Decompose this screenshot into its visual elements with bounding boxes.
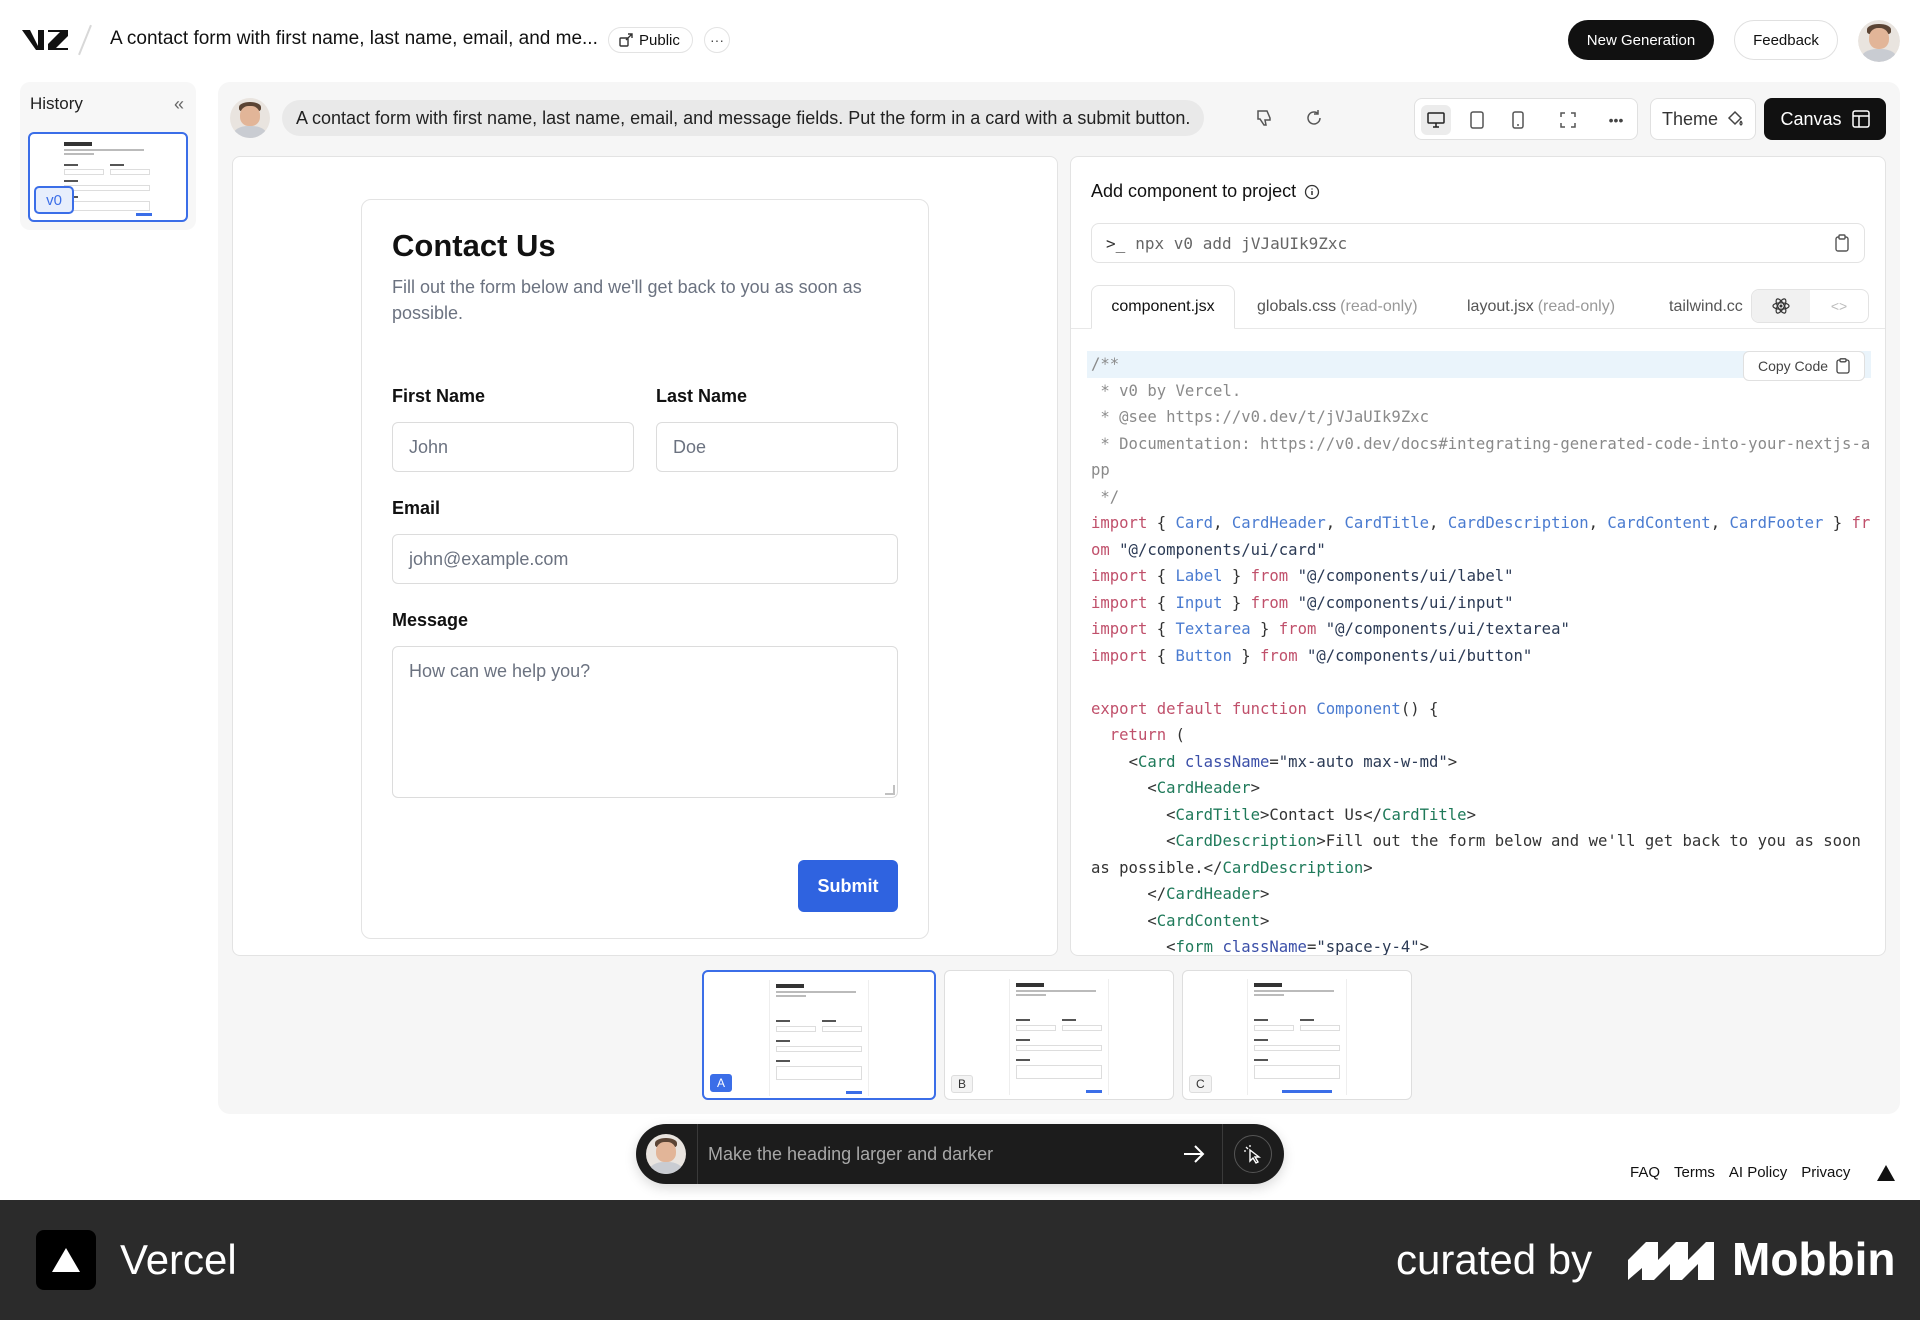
react-icon[interactable] <box>1752 290 1810 322</box>
breadcrumb-separator <box>78 24 92 56</box>
install-command-field[interactable]: >_ npx v0 add jVJaUIk9Zxc <box>1091 223 1865 263</box>
fullscreen-icon[interactable] <box>1553 105 1583 135</box>
clipboard-icon[interactable] <box>1834 234 1850 252</box>
v0-logo-icon[interactable] <box>20 26 72 54</box>
ellipsis-icon: ··· <box>710 32 724 48</box>
share-icon <box>619 33 633 47</box>
curator-name: Mobbin <box>1732 1233 1896 1285</box>
canvas-label: Canvas <box>1780 108 1842 129</box>
add-component-title: Add component to project <box>1091 181 1320 202</box>
variant-label: A <box>710 1074 733 1092</box>
tab-layout-jsx[interactable]: layout.jsx (read-only) <box>1467 285 1615 329</box>
variant-a-thumbnail[interactable]: A <box>702 970 936 1100</box>
contact-card: Contact Us Fill out the form below and w… <box>361 199 929 939</box>
card-title: Contact Us <box>392 228 556 263</box>
more-view-options-icon[interactable]: ••• <box>1601 105 1631 135</box>
footer-links: FAQ Terms AI Policy Privacy <box>1630 1164 1850 1181</box>
prompt-text: A contact form with first name, last nam… <box>282 100 1205 136</box>
tab-tailwind-config[interactable]: tailwind.cc <box>1669 285 1743 329</box>
history-title: History <box>30 94 83 113</box>
clipboard-icon <box>1836 358 1850 374</box>
top-bar: A contact form with first name, last nam… <box>0 0 1920 80</box>
vercel-triangle-icon[interactable] <box>1876 1164 1896 1182</box>
submit-button[interactable]: Submit <box>798 860 898 912</box>
mobile-view-icon[interactable] <box>1503 105 1533 135</box>
user-avatar[interactable] <box>1858 20 1900 62</box>
component-preview: Contact Us Fill out the form below and w… <box>232 156 1058 956</box>
footer-link-privacy[interactable]: Privacy <box>1801 1164 1850 1181</box>
brand-name: Vercel <box>120 1236 237 1283</box>
variant-c-thumbnail[interactable]: C <box>1182 970 1412 1100</box>
tab-component-jsx[interactable]: component.jsx <box>1091 285 1235 329</box>
mobbin-logo-icon <box>1628 1242 1714 1280</box>
history-panel: History « v0 <box>20 82 196 230</box>
theme-button[interactable]: Theme <box>1650 98 1756 140</box>
email-input[interactable]: john@example.com <box>392 534 898 584</box>
layout-panel-icon <box>1851 110 1870 128</box>
element-picker-icon[interactable] <box>1234 1135 1272 1173</box>
file-tabs: component.jsx globals.css (read-only) lay… <box>1071 285 1885 329</box>
variant-b-thumbnail[interactable]: B <box>944 970 1174 1100</box>
email-label: Email <box>392 498 441 518</box>
tablet-view-icon[interactable] <box>1462 105 1492 135</box>
code-panel: Add component to project >_ npx v0 add j… <box>1070 156 1886 956</box>
chat-avatar <box>646 1134 686 1174</box>
version-badge: v0 <box>34 186 74 214</box>
theme-label: Theme <box>1661 108 1719 129</box>
chat-input[interactable]: Make the heading larger and darker <box>708 1124 993 1184</box>
desktop-view-icon[interactable] <box>1421 105 1451 135</box>
variant-label: B <box>951 1075 974 1093</box>
footer-link-faq[interactable]: FAQ <box>1630 1164 1660 1181</box>
message-placeholder: How can we help you? <box>409 661 591 681</box>
add-component-label: Add component to project <box>1091 181 1297 201</box>
first-name-input[interactable]: John <box>392 422 634 472</box>
card-description: Fill out the form below and we'll get ba… <box>392 277 862 323</box>
resize-handle-icon[interactable] <box>885 785 895 795</box>
paint-bucket-icon <box>1727 110 1743 126</box>
tab-globals-css[interactable]: globals.css (read-only) <box>1257 285 1418 329</box>
regenerate-icon[interactable] <box>1296 100 1332 136</box>
first-name-label: First Name <box>392 386 486 406</box>
chevrons-left-icon[interactable]: « <box>174 94 184 115</box>
info-icon[interactable] <box>1304 184 1320 200</box>
copy-code-button[interactable]: Copy Code <box>1743 351 1865 381</box>
install-command-text: npx v0 add jVJaUIk9Zxc <box>1135 233 1348 253</box>
prompt-row: A contact form with first name, last nam… <box>230 98 1890 140</box>
message-label: Message <box>392 610 469 630</box>
curated-by-label: curated by <box>1396 1236 1593 1283</box>
code-view-toggle: <> <box>1751 289 1869 323</box>
main-canvas: A contact form with first name, last nam… <box>218 82 1900 1114</box>
generation-title[interactable]: A contact form with first name, last nam… <box>110 28 598 50</box>
attribution-banner: Vercel curated by Mobbin <box>0 1200 1920 1320</box>
code-brackets-icon[interactable]: <> <box>1810 290 1868 322</box>
more-options-button[interactable]: ··· <box>704 27 730 53</box>
last-name-label: Last Name <box>656 386 748 406</box>
new-generation-button[interactable]: New Generation <box>1568 20 1714 60</box>
message-textarea[interactable]: How can we help you? <box>392 646 898 798</box>
vercel-logo-icon <box>36 1230 96 1290</box>
variant-label: C <box>1189 1075 1212 1093</box>
public-label: Public <box>639 31 680 49</box>
history-item-thumbnail[interactable]: v0 <box>28 132 188 222</box>
code-editor[interactable]: /** * v0 by Vercel. * @see https://v0.de… <box>1087 351 1871 955</box>
prompt-avatar <box>230 98 270 138</box>
send-arrow-icon[interactable] <box>1176 1136 1212 1172</box>
public-button[interactable]: Public <box>608 27 693 53</box>
last-name-input[interactable]: Doe <box>656 422 898 472</box>
feedback-button[interactable]: Feedback <box>1734 20 1838 60</box>
device-toggle-group: ••• <box>1414 98 1638 140</box>
canvas-button[interactable]: Canvas <box>1764 98 1886 140</box>
copy-code-label: Copy Code <box>1757 358 1829 374</box>
thumbs-down-icon[interactable] <box>1246 100 1282 136</box>
terminal-icon: >_ <box>1106 233 1126 253</box>
chat-bar: Make the heading larger and darker <box>636 1124 1284 1184</box>
footer-link-terms[interactable]: Terms <box>1674 1164 1715 1181</box>
footer-link-ai-policy[interactable]: AI Policy <box>1729 1164 1787 1181</box>
